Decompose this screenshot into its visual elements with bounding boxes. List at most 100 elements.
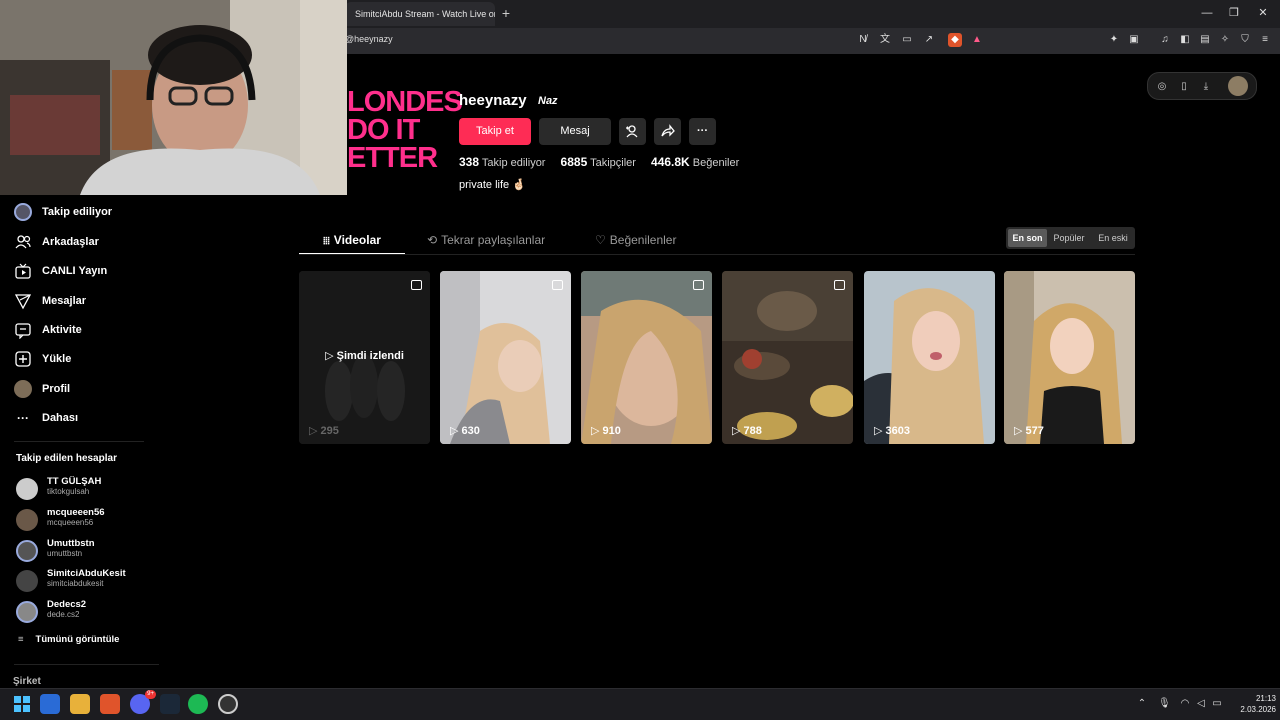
more-options-button[interactable]: ··· [689,118,716,145]
more-icon: ··· [17,411,29,425]
cover-line-2: DO IT [347,114,420,146]
account-name: Umuttbstn [47,538,95,549]
vpn-icon[interactable]: ⛉ [1238,33,1252,47]
sort-popular-button[interactable]: Popüler [1049,227,1089,249]
browser-tab[interactable]: SimitciAbdu Stream - Watch Live on K [345,2,495,26]
microphone-icon[interactable]: 🎙 [1158,698,1171,710]
user-avatar[interactable] [1228,76,1248,96]
media-icon[interactable]: ♫ [1158,33,1172,47]
tabs-divider [299,254,1135,255]
followers-label[interactable]: Takipçiler [590,157,636,169]
see-all-label: Tümünü görüntüle [35,634,120,645]
view-count-value: 630 [461,425,480,437]
clock-time: 21:13 [1255,694,1276,703]
discord-icon[interactable]: 9+ [130,690,156,714]
leo-ai-icon[interactable]: ✧ [1218,33,1232,47]
multi-image-icon [411,280,422,290]
compass-icon[interactable]: ◎ [1155,80,1169,94]
profile-username: heeynazy [459,92,527,109]
view-count: ▷ 788 [732,425,762,437]
sidebar-item-more[interactable]: ··· Dahası [14,407,78,429]
sidebar-item-messages[interactable]: Mesajlar [14,290,86,312]
windows-start-icon[interactable] [12,694,32,714]
spotify-icon[interactable] [188,694,208,714]
account-handle: mcqueeen56 [47,518,94,527]
tray-chevron-icon[interactable]: ⌃ [1136,698,1148,710]
heart-icon: ♡ [595,233,606,247]
company-link[interactable]: Şirket [13,676,41,687]
webcam-overlay [0,0,347,195]
view-count: ▷ 630 [450,425,480,437]
brave-rewards-icon[interactable]: ▲ [970,33,984,47]
app-icon[interactable] [218,694,238,714]
sidebar-toggle-icon[interactable]: ◧ [1178,33,1192,47]
see-all-link[interactable]: ≡ Tümünü görüntüle [18,634,119,645]
watched-overlay: ▷ Şimdi izlendi [325,350,404,362]
tab-label: Tekrar paylaşılanlar [441,233,546,247]
likes-count: 446.8K [651,155,690,169]
sidebar-item-upload[interactable]: Yükle [14,348,71,370]
url-field[interactable]: @heeynazy [345,34,393,44]
sort-latest-button[interactable]: En son [1008,229,1047,247]
tab-liked[interactable]: ♡ Beğenilenler [595,232,676,252]
activity-icon [14,321,32,339]
menu-icon[interactable]: ≡ [1258,33,1272,47]
battery-icon[interactable]: ▭ [1211,698,1223,710]
grid-icon: ⦙⦙⦙ [323,236,330,247]
tab-videos[interactable]: ⦙⦙⦙ Videolar [299,232,405,255]
sidebar-item-profile[interactable]: Profil [14,378,70,400]
volume-icon[interactable]: ◁ [1195,698,1207,710]
tab-reposts[interactable]: ⟲ Tekrar paylaşılanlar [427,232,545,252]
sidebar-item-activity[interactable]: Aktivite [14,319,82,341]
message-button[interactable]: Mesaj [539,118,611,145]
download-icon[interactable]: ⤓ [1199,80,1213,94]
steam-icon[interactable] [160,694,180,714]
share-page-icon[interactable]: ↗ [922,33,936,47]
phone-icon[interactable]: ▯ [1177,80,1191,94]
minimize-button[interactable]: — [1199,6,1215,20]
profile-cover-text: LONDES DO IT ETTER [347,88,463,188]
extensions-icon[interactable]: ✦ [1107,33,1121,47]
cast-icon[interactable]: ▭ [900,33,914,47]
list-icon: ≡ [18,634,24,645]
restore-button[interactable]: ❐ [1226,6,1242,20]
new-tab-button[interactable]: + [499,5,513,21]
upload-icon [14,350,32,368]
file-explorer-icon[interactable] [70,694,90,714]
multi-image-icon [693,280,704,290]
translate-off-icon[interactable]: N̸ [856,33,870,47]
add-friend-button[interactable] [619,118,646,145]
likes-label: Beğeniler [692,157,740,169]
view-count-value: 3603 [885,425,910,437]
following-label[interactable]: Takip ediliyor [482,157,546,169]
wifi-icon[interactable]: ◠ [1179,698,1191,710]
sidebar-item-friends[interactable]: Arkadaşlar [14,231,99,253]
repost-icon: ⟲ [427,233,438,247]
video-card[interactable]: ▷ 788 [722,271,853,444]
tab-label: Videolar [333,233,381,247]
following-accounts-title: Takip edilen hesaplar [16,453,117,464]
screenshot-icon[interactable]: ▣ [1127,33,1141,47]
video-card[interactable]: ▷ 910 [581,271,712,444]
sort-oldest-button[interactable]: En eski [1091,227,1135,249]
view-count-value: 295 [320,425,339,437]
brave-shields-icon[interactable]: ◆ [948,33,962,47]
profile-avatar-icon [14,380,32,398]
brave-browser-icon[interactable] [100,694,120,714]
video-card[interactable]: ▷ Şimdi izlendi ▷ 295 [299,271,430,444]
store-icon[interactable] [40,694,60,714]
taskbar-clock[interactable]: 21:13 2.03.2026 [1226,693,1276,715]
share-button[interactable] [654,118,681,145]
wallet-icon[interactable]: ▤ [1198,33,1212,47]
view-count: ▷ 3603 [874,425,910,437]
follow-button[interactable]: Takip et [459,118,531,145]
video-card[interactable]: ▷ 630 [440,271,571,444]
video-card[interactable]: ▷ 577 [1004,271,1135,444]
sidebar-item-following[interactable]: Takip ediliyor [14,201,112,223]
sidebar-item-live[interactable]: CANLI Yayın [14,260,107,282]
translate-icon[interactable]: 文 [878,33,892,47]
close-window-button[interactable]: ✕ [1255,6,1271,20]
account-avatar [16,478,38,500]
video-card[interactable]: ▷ 3603 [864,271,995,444]
video-thumbnail [722,271,853,444]
